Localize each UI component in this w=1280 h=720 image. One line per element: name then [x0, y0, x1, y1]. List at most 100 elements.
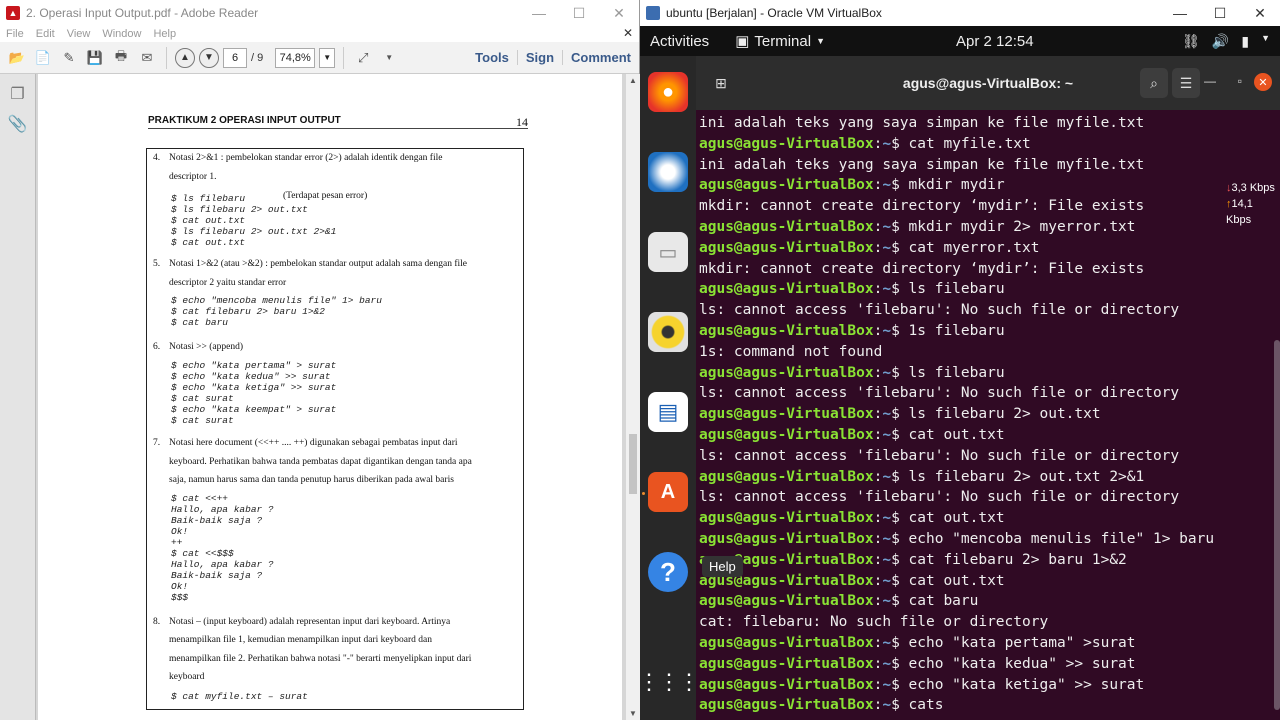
content-box: 4. Notasi 2>&1 : pembelokan standar error…: [146, 148, 524, 710]
gnome-top-bar: Activities ▣ Terminal ▼ Apr 2 12:54 ⛓ 🔊 ▮ …: [640, 26, 1280, 56]
more-tools-chevron-icon[interactable]: ▼: [378, 47, 400, 69]
terminal-command-line: agus@agus-VirtualBox:~$ cat filebaru 2> …: [699, 550, 1266, 571]
libreoffice-writer-icon[interactable]: ▤: [648, 392, 688, 432]
prompt-user: agus@agus-VirtualBox: [699, 218, 874, 235]
terminal-app-menu[interactable]: ▣ Terminal ▼: [735, 32, 825, 51]
command-text: $ echo "kata kedua" >> surat: [891, 655, 1136, 672]
app-menu-label: Terminal: [754, 32, 812, 50]
reader-title-bar: ▲ 2. Operasi Input Output.pdf - Adobe Re…: [0, 0, 639, 26]
terminal-command-line: agus@agus-VirtualBox:~$ mkdir mydir: [699, 175, 1266, 196]
prompt-user: agus@agus-VirtualBox: [699, 510, 874, 527]
command-text: $ cat out.txt: [891, 572, 1005, 589]
page-number-input[interactable]: 6: [223, 47, 247, 68]
scroll-up-icon[interactable]: ▲: [626, 76, 640, 85]
attachments-icon[interactable]: 📎: [0, 114, 35, 134]
open-icon[interactable]: 📂: [6, 47, 28, 69]
menu-edit[interactable]: Edit: [36, 28, 55, 40]
terminal-command-line: agus@agus-VirtualBox:~$ cat baru: [699, 591, 1266, 612]
prompt-user: agus@agus-VirtualBox: [699, 634, 874, 651]
page-header-number: 14: [516, 115, 528, 129]
reader-toolbar: 📂 📄 ✎ 💾 🖶 ✉ ▲ ▼ 6 / 9 74,8% ▼ ⤢ ▼ Tools …: [0, 42, 639, 74]
search-icon[interactable]: ⌕: [1140, 68, 1168, 98]
previous-page-button[interactable]: ▲: [175, 47, 195, 68]
item-5-text-a: Notasi 1>&2 (atau >&2) : pembelokan stan…: [169, 259, 468, 269]
item-4-text-a: Notasi 2>&1 : pembelokan standar error (…: [169, 153, 443, 163]
hamburger-menu-icon[interactable]: ☰: [1172, 68, 1200, 98]
save-icon[interactable]: 💾: [84, 47, 106, 69]
reader-scrollbar[interactable]: ▲ ▼: [626, 74, 640, 720]
terminal-output-line: ini adalah teks yang saya simpan ke file…: [699, 156, 1145, 173]
terminal-scrollbar[interactable]: [1274, 340, 1280, 710]
item-7-code: $ cat <<++ Hallo, apa kabar ? Baik-baik …: [171, 493, 274, 603]
files-icon[interactable]: ▭: [648, 232, 688, 272]
help-icon[interactable]: ?: [648, 552, 688, 592]
pdf-app-icon: ▲: [6, 6, 20, 20]
fit-page-icon[interactable]: ⤢: [352, 47, 374, 69]
terminal-output-line: ls: cannot access 'filebaru': No such fi…: [699, 447, 1180, 464]
thunderbird-icon[interactable]: [648, 152, 688, 192]
terminal-maximize-icon[interactable]: ▫: [1238, 74, 1242, 88]
vm-minimize-button[interactable]: —: [1160, 5, 1200, 22]
firefox-icon[interactable]: ●: [648, 72, 688, 112]
terminal-output-line: ini adalah teks yang saya simpan ke file…: [699, 115, 1145, 131]
item-7-number: 7.: [153, 438, 161, 448]
minimize-button[interactable]: —: [519, 5, 559, 22]
terminal-command-line: agus@agus-VirtualBox:~$ cat myfile.txt: [699, 134, 1266, 155]
scroll-down-icon[interactable]: ▼: [626, 709, 640, 718]
item-6-code: $ echo "kata pertama" > surat $ echo "ka…: [171, 360, 337, 426]
email-icon[interactable]: ✉: [136, 47, 158, 69]
close-button[interactable]: ✕: [599, 5, 639, 22]
terminal-output[interactable]: ini adalah teks yang saya simpan ke file…: [696, 110, 1266, 720]
vm-close-button[interactable]: ✕: [1240, 5, 1280, 22]
software-center-icon[interactable]: A: [648, 472, 688, 512]
create-pdf-icon[interactable]: 📄: [32, 47, 54, 69]
prompt-dir: ~: [882, 239, 892, 256]
maximize-button[interactable]: ☐: [559, 5, 599, 22]
terminal-command-line: agus@agus-VirtualBox:~$ echo "kata ketig…: [699, 675, 1266, 696]
rhythmbox-icon[interactable]: [648, 312, 688, 352]
tools-button[interactable]: Tools: [467, 50, 517, 65]
prompt-user: agus@agus-VirtualBox: [699, 364, 874, 381]
comment-button[interactable]: Comment: [562, 50, 639, 65]
close-document-icon[interactable]: ✕: [623, 26, 633, 40]
terminal-command-line: agus@agus-VirtualBox:~$ 1s filebaru: [699, 321, 1266, 342]
item-7-text-a: Notasi here document (<<++ .... ++) digu…: [169, 438, 458, 448]
network-icon: ⛓: [1182, 32, 1200, 49]
zoom-input[interactable]: 74,8%: [275, 47, 316, 68]
system-tray[interactable]: ⛓ 🔊 ▮ ▼: [1182, 33, 1270, 50]
command-text: $ mkdir mydir: [891, 177, 1005, 194]
prompt-dir: ~: [882, 510, 892, 527]
vm-maximize-button[interactable]: ☐: [1200, 5, 1240, 22]
net-down-value: 3,3 Kbps: [1231, 182, 1275, 194]
menu-view[interactable]: View: [67, 28, 91, 40]
next-page-button[interactable]: ▼: [199, 47, 219, 68]
zoom-dropdown-icon[interactable]: ▼: [319, 47, 336, 68]
activities-button[interactable]: Activities: [640, 33, 709, 50]
terminal-output-line: ls: cannot access 'filebaru': No such fi…: [699, 302, 1180, 319]
sign-button[interactable]: Sign: [516, 50, 562, 65]
menu-help[interactable]: Help: [153, 28, 176, 40]
terminal-minimize-icon[interactable]: —: [1204, 74, 1216, 88]
command-text: $ 1s filebaru: [891, 322, 1005, 339]
scrollbar-thumb[interactable]: [629, 434, 637, 494]
terminal-command-line: agus@agus-VirtualBox:~$ ls filebaru 2> o…: [699, 467, 1266, 488]
terminal-command-line: agus@agus-VirtualBox:~$ echo "kata perta…: [699, 633, 1266, 654]
item-7-line-1: 7. Notasi here document (<<++ .... ++) di…: [153, 434, 458, 453]
menu-file[interactable]: File: [6, 28, 24, 40]
item-6-text-a: Notasi >> (append): [169, 342, 244, 352]
prompt-dir: ~: [882, 676, 892, 693]
item-8-code: $ cat myfile.txt – surat: [171, 691, 308, 702]
adobe-reader-window: ▲ 2. Operasi Input Output.pdf - Adobe Re…: [0, 0, 640, 720]
item-8-line-3: menampilkan file 2. Perhatikan bahwa not…: [169, 654, 472, 664]
clock[interactable]: Apr 2 12:54: [956, 33, 1034, 50]
show-applications-icon[interactable]: ⋮⋮⋮: [638, 662, 700, 702]
print-icon[interactable]: 🖶: [110, 47, 132, 69]
vm-title-bar: ubuntu [Berjalan] - Oracle VM VirtualBox…: [640, 0, 1280, 26]
item-5-line-1: 5. Notasi 1>&2 (atau >&2) : pembelokan st…: [153, 255, 467, 274]
edit-icon[interactable]: ✎: [58, 47, 80, 69]
prompt-dir: ~: [882, 218, 892, 235]
pages-panel-icon[interactable]: ❐: [0, 84, 35, 104]
menu-window[interactable]: Window: [102, 28, 141, 40]
terminal-close-icon[interactable]: ✕: [1254, 73, 1272, 91]
command-text: $ echo "mencoba menulis file" 1> baru: [891, 530, 1215, 547]
